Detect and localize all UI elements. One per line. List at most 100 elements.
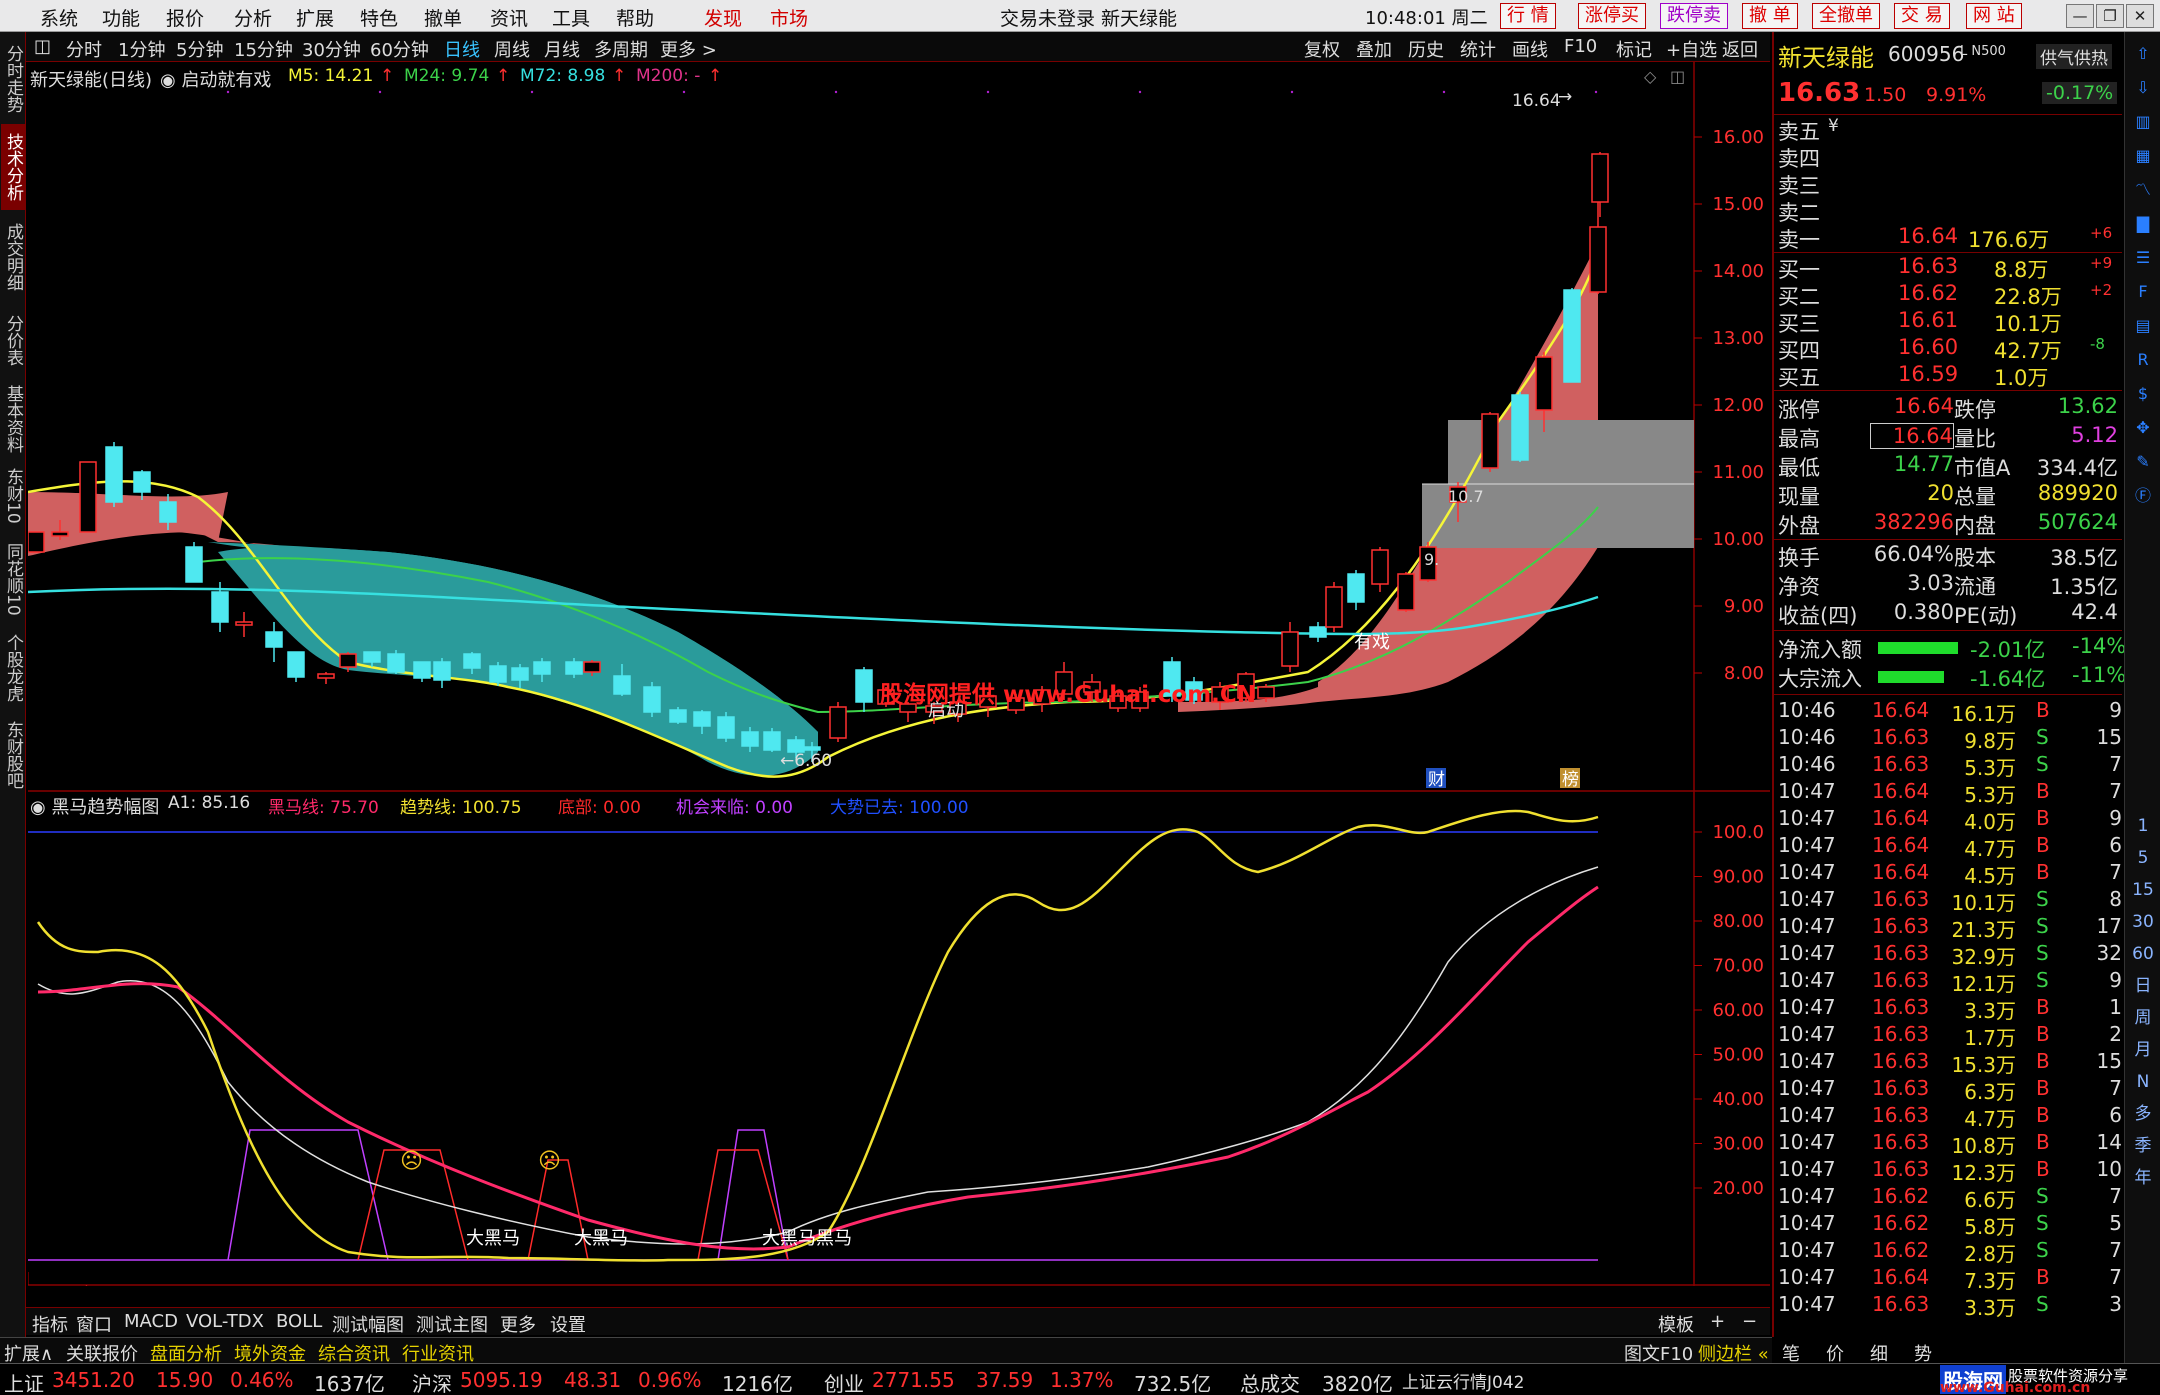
menu-9[interactable]: 帮助 (616, 4, 654, 31)
candle-body[interactable] (1535, 356, 1553, 411)
candle-body[interactable] (51, 531, 69, 537)
candle-body[interactable] (363, 651, 381, 663)
period-5[interactable]: 60分钟 (370, 36, 429, 62)
period-shortcut-7[interactable]: 月 (2131, 1038, 2155, 1062)
toggle-icon[interactable]: ◫ (34, 36, 51, 57)
period-shortcut-4[interactable]: 60 (2131, 942, 2155, 966)
left-tab-0[interactable]: 分时走势 (1, 36, 25, 122)
bar-icon[interactable]: ▇ (2131, 212, 2155, 236)
candle-body[interactable] (1325, 586, 1343, 628)
candle-body[interactable] (463, 653, 481, 669)
left-tab-6[interactable]: 同花顺10 (1, 536, 25, 622)
period-shortcut-6[interactable]: 周 (2131, 1006, 2155, 1030)
list-icon[interactable]: ☰ (2131, 246, 2155, 270)
candle-body[interactable] (185, 546, 203, 583)
menu-1[interactable]: 功能 (102, 4, 140, 31)
bottom-tab-4[interactable]: BOLL (276, 1311, 322, 1332)
chart-tool-3[interactable]: 统计 (1460, 36, 1496, 62)
period-4[interactable]: 30分钟 (302, 36, 361, 62)
ask-row[interactable]: 卖三 (1778, 170, 2118, 198)
period-shortcut-8[interactable]: N (2131, 1070, 2155, 1094)
candle-body[interactable] (829, 706, 847, 739)
candle-body[interactable] (1481, 413, 1499, 469)
menu-6[interactable]: 撤单 (424, 4, 462, 31)
bottom-tab-6[interactable]: 测试主图 (416, 1311, 488, 1337)
pen-icon[interactable]: ✎ (2131, 450, 2155, 474)
chart-tool-4[interactable]: 画线 (1512, 36, 1548, 62)
candle-body[interactable] (1397, 573, 1415, 611)
candle-body[interactable] (717, 716, 735, 739)
candle-body[interactable] (235, 621, 253, 626)
top-button-4[interactable]: 全撤单 (1812, 3, 1880, 29)
left-tab-8[interactable]: 东财股吧 (1, 712, 25, 798)
bottom-tab-8[interactable]: 设置 (550, 1311, 586, 1337)
period-6[interactable]: 日线 (444, 36, 480, 62)
period-9[interactable]: 多周期 (594, 36, 648, 62)
index-name-0[interactable]: 上证 (4, 1368, 44, 1395)
indicator-chart[interactable]: 100.0 90.00 80.00 70.00 60.00 50.00 40.00 30.00… (28, 792, 1770, 1286)
candle-body[interactable] (1309, 626, 1327, 638)
template-control-1[interactable]: + (1710, 1311, 1725, 1332)
candle-body[interactable] (105, 446, 123, 503)
index-name-1[interactable]: 沪深 (412, 1368, 452, 1395)
period-shortcut-11[interactable]: 年 (2131, 1166, 2155, 1190)
menu-8[interactable]: 工具 (552, 4, 590, 31)
candle-body[interactable] (287, 651, 305, 678)
candle-body[interactable] (413, 661, 431, 679)
ask-row[interactable]: 卖五 ¥ (1778, 116, 2118, 144)
line-chart-icon[interactable]: 〽 (2131, 178, 2155, 202)
left-tab-1[interactable]: 技术分析 (1, 124, 25, 210)
candle-body[interactable] (643, 686, 661, 713)
period-shortcut-10[interactable]: 季 (2131, 1134, 2155, 1158)
top-button-2[interactable]: 跌停卖 (1660, 3, 1728, 29)
period-shortcut-0[interactable]: 1 (2131, 814, 2155, 838)
menu-3[interactable]: 分析 (234, 4, 272, 31)
bottom-tab-2[interactable]: MACD (124, 1311, 178, 1332)
candle-body[interactable] (1563, 289, 1581, 383)
bid-row[interactable]: 买一 16.63 8.8万 +9 (1778, 254, 2118, 282)
candle-body[interactable] (693, 711, 711, 727)
period-0[interactable]: 分时 (66, 36, 102, 62)
menu-discover[interactable]: 发现 (704, 4, 742, 31)
candle-body[interactable] (1347, 573, 1365, 603)
top-button-3[interactable]: 撤 单 (1742, 3, 1798, 29)
candle-body[interactable] (489, 665, 507, 683)
move-icon[interactable]: ✥ (2131, 416, 2155, 440)
candle-body[interactable] (79, 461, 97, 533)
left-tab-2[interactable]: 成交明细 (1, 214, 25, 300)
formula-label[interactable]: ◉ 启动就有戏 (160, 66, 271, 92)
chart-tool-7[interactable]: +自选 (1666, 36, 1717, 62)
fs-icon[interactable]: Ⓕ (2131, 484, 2155, 508)
candle-body[interactable] (265, 631, 283, 648)
menu-0[interactable]: 系统 (40, 4, 78, 31)
ask-row[interactable]: 卖二 (1778, 197, 2118, 225)
period-shortcut-9[interactable]: 多 (2131, 1102, 2155, 1126)
arrow-up-icon[interactable]: ⇧ (2131, 42, 2155, 66)
candle-body[interactable] (387, 653, 405, 673)
left-tab-5[interactable]: 东财10 (1, 462, 25, 530)
table-icon[interactable]: ▦ (2131, 144, 2155, 168)
candle-body[interactable] (511, 667, 529, 681)
money-icon[interactable]: $ (2131, 382, 2155, 406)
template-control-0[interactable]: 模板 (1658, 1311, 1694, 1337)
grid-icon[interactable]: ▤ (2131, 314, 2155, 338)
chart-tool-2[interactable]: 历史 (1408, 36, 1444, 62)
bid-row[interactable]: 买三 16.61 10.1万 (1778, 308, 2118, 336)
period-shortcut-5[interactable]: 日 (2131, 974, 2155, 998)
close-icon[interactable]: ✕ (2126, 4, 2154, 28)
menu-5[interactable]: 特色 (360, 4, 398, 31)
candle-body[interactable] (211, 591, 229, 623)
chart-tool-8[interactable]: 返回 (1722, 36, 1758, 62)
bid-row[interactable]: 买二 16.62 22.8万 +2 (1778, 281, 2118, 309)
candle-body[interactable] (1589, 226, 1607, 293)
menu-market[interactable]: 市场 (770, 4, 808, 31)
bottom-tab-7[interactable]: 更多 (500, 1311, 536, 1337)
ask-row[interactable]: 卖一 16.64 176.6万 +6 (1778, 224, 2118, 252)
period-2[interactable]: 5分钟 (176, 36, 223, 62)
period-1[interactable]: 1分钟 (118, 36, 165, 62)
candle-body[interactable] (1257, 686, 1275, 699)
f10-icon[interactable]: F (2131, 280, 2155, 304)
candle-body[interactable] (613, 675, 631, 695)
index-name-2[interactable]: 创业 (824, 1368, 864, 1395)
period-8[interactable]: 月线 (544, 36, 580, 62)
